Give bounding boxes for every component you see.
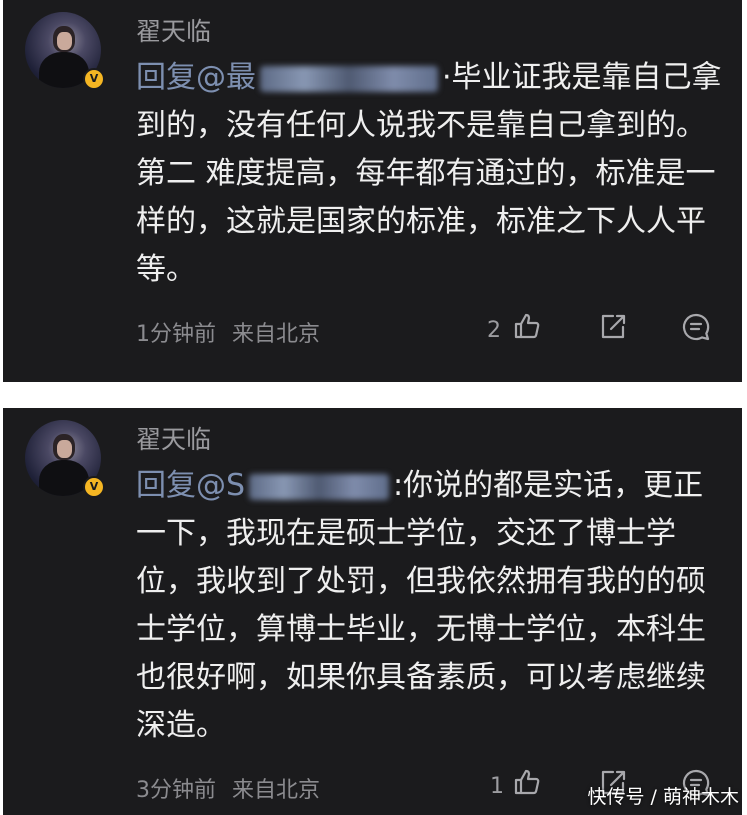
reply-mention[interactable]: 回复@S: [136, 468, 393, 503]
comment-card: V 翟天临 回复@S:你说的都是实话，更正一下，我现在是硕士学位，交还了博士学位…: [3, 408, 742, 815]
blurred-username: [260, 65, 438, 92]
like-count: 2: [487, 318, 501, 343]
comment-meta: 1分钟前 来自北京: [136, 316, 320, 348]
verified-badge-icon: V: [83, 476, 105, 498]
thumbs-up-icon[interactable]: [512, 767, 542, 797]
like-count: 1: [490, 774, 504, 799]
comment-location: 来自北京: [232, 778, 321, 803]
comment-location: 来自北京: [232, 322, 321, 347]
watermark: 快传号 / 萌神木木: [587, 786, 739, 808]
thumbs-up-icon[interactable]: [512, 311, 542, 341]
comment-text: 回复@S:你说的都是实话，更正一下，我现在是硕士学位，交还了博士学位，我收到了处…: [136, 462, 726, 750]
username[interactable]: 翟天临: [136, 420, 211, 456]
share-icon[interactable]: [598, 312, 628, 342]
reply-mention[interactable]: 回复@最: [136, 60, 442, 95]
comment-meta: 3分钟前 来自北京: [136, 772, 320, 804]
comment-time: 1分钟前: [136, 322, 216, 347]
comment-text: 回复@最 ·毕业证我是靠自己拿到的，没有任何人说我不是靠自己拿到的。第二 难度提高…: [136, 54, 726, 294]
comment-body: :你说的都是实话，更正一下，我现在是硕士学位，交还了博士学位，我收到了处罚，但我…: [136, 468, 706, 743]
comment-icon[interactable]: [681, 312, 711, 342]
comment-time: 3分钟前: [136, 778, 216, 803]
comment-card: V 翟天临 回复@最 ·毕业证我是靠自己拿到的，没有任何人说我不是靠自己拿到的。第…: [3, 0, 742, 382]
username[interactable]: 翟天临: [136, 12, 211, 48]
verified-badge-icon: V: [83, 68, 105, 90]
blurred-username: [249, 473, 390, 500]
